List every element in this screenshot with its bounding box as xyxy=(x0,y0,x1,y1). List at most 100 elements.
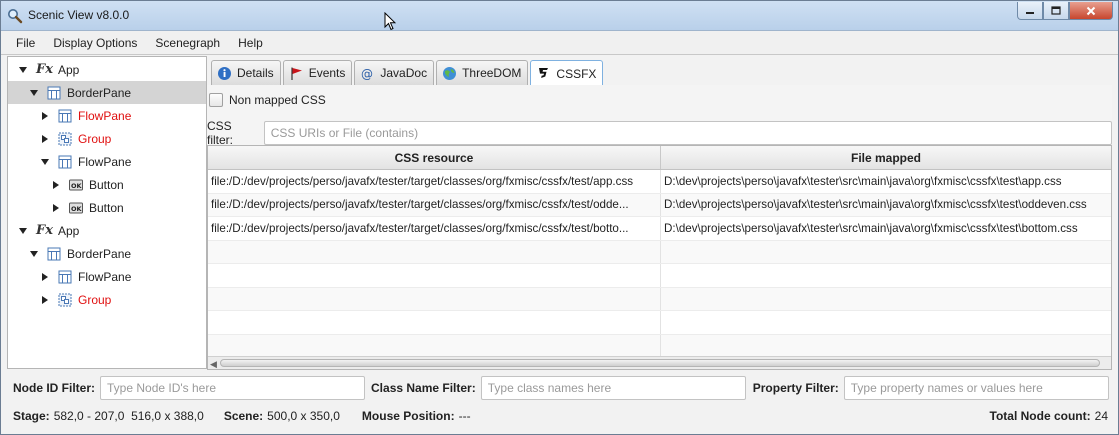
class-name-filter-input[interactable] xyxy=(480,375,746,400)
tree-node-label: Group xyxy=(78,292,112,307)
flag-icon xyxy=(291,67,302,80)
table-row[interactable] xyxy=(208,287,1111,311)
mouse-position-value: --- xyxy=(458,409,471,423)
at-icon: @ xyxy=(361,67,373,81)
node-id-filter-input[interactable] xyxy=(100,375,366,400)
tab-threedom[interactable]: ThreeDOM xyxy=(436,60,529,85)
maximize-button[interactable] xyxy=(1043,2,1069,20)
non-mapped-css-label: Non mapped CSS xyxy=(229,93,326,107)
tab-javadoc[interactable]: @ JavaDoc xyxy=(354,60,435,85)
css3-icon xyxy=(539,68,549,78)
tree-node-label: BorderPane xyxy=(67,246,132,261)
stage-label: Stage: xyxy=(13,409,50,423)
file-mapped-cell xyxy=(661,335,1111,358)
pane-node-icon xyxy=(58,270,72,284)
svg-text:@: @ xyxy=(361,67,373,81)
table-row[interactable]: file:/D:/dev/projects/perso/javafx/teste… xyxy=(208,170,1111,194)
tree-node-label: App xyxy=(57,62,80,77)
pane-node-icon xyxy=(47,86,61,100)
expanded-arrow-icon[interactable] xyxy=(29,249,39,259)
javafx-app-icon: Fx xyxy=(36,223,53,238)
non-mapped-css-checkbox[interactable] xyxy=(209,93,223,107)
menu-scenegraph[interactable]: Scenegraph xyxy=(146,36,229,50)
collapsed-arrow-icon[interactable] xyxy=(40,111,50,121)
close-icon xyxy=(1086,6,1096,15)
table-body: file:/D:/dev/projects/perso/javafx/teste… xyxy=(208,170,1111,358)
expanded-arrow-icon[interactable] xyxy=(40,157,50,167)
property-filter-input[interactable] xyxy=(843,375,1109,400)
collapsed-arrow-icon[interactable] xyxy=(40,295,50,305)
tree-node-app[interactable]: Fx App xyxy=(8,58,206,81)
filter-bar: Node ID Filter: Class Name Filter: Prope… xyxy=(1,373,1118,402)
tree-node-borderpane[interactable]: BorderPane xyxy=(8,81,206,104)
tree-node-label: FlowPane xyxy=(78,108,132,123)
tree-node-app[interactable]: Fx App xyxy=(8,219,206,242)
tree-node-flowpane[interactable]: FlowPane xyxy=(8,265,206,288)
file-mapped-cell: D:\dev\projects\perso\javafx\tester\src\… xyxy=(664,198,1087,212)
pane-node-icon xyxy=(58,109,72,123)
total-node-count-value: 24 xyxy=(1094,409,1108,423)
minimize-button[interactable] xyxy=(1017,2,1043,20)
table-row[interactable] xyxy=(208,240,1111,264)
expanded-arrow-icon[interactable] xyxy=(18,65,28,75)
button-node-icon: OK xyxy=(69,201,83,215)
css-filter-row: CSS filter: xyxy=(207,119,1112,147)
title-bar[interactable]: Scenic View v8.0.0 xyxy=(1,1,1118,31)
css-resource-cell: file:/D:/dev/projects/perso/javafx/teste… xyxy=(208,193,661,216)
status-bar: Stage: 582,0 - 207,0 516,0 x 388,0 Scene… xyxy=(1,405,1118,427)
minimize-icon xyxy=(1026,11,1034,14)
tab-label: Events xyxy=(308,66,346,80)
non-mapped-css-option[interactable]: Non mapped CSS xyxy=(209,93,326,107)
menu-help[interactable]: Help xyxy=(229,36,272,50)
property-filter-label: Property Filter: xyxy=(752,380,839,395)
column-header-file-mapped[interactable]: File mapped xyxy=(661,146,1111,169)
tab-label: ThreeDOM xyxy=(462,66,522,80)
tree-node-label: BorderPane xyxy=(67,85,132,100)
collapsed-arrow-icon[interactable] xyxy=(51,203,61,213)
tree-node-flowpane[interactable]: FlowPane xyxy=(8,104,206,127)
css-resource-cell: file:/D:/dev/projects/perso/javafx/teste… xyxy=(208,217,661,240)
table-row[interactable] xyxy=(208,264,1111,288)
horizontal-scrollbar[interactable]: ◀ xyxy=(208,356,1111,369)
scenegraph-tree[interactable]: Fx App BorderPane FlowPane Group FlowPane OK Bu… xyxy=(7,56,207,369)
scrollbar-thumb[interactable] xyxy=(220,359,1100,367)
collapsed-arrow-icon[interactable] xyxy=(51,180,61,190)
collapsed-arrow-icon[interactable] xyxy=(40,272,50,282)
globe-icon xyxy=(443,66,457,80)
table-row[interactable] xyxy=(208,311,1111,335)
magnifier-app-icon xyxy=(8,9,23,24)
table-row[interactable]: file:/D:/dev/projects/perso/javafx/teste… xyxy=(208,217,1111,241)
tree-node-group[interactable]: Group xyxy=(8,127,206,150)
tree-node-group[interactable]: Group xyxy=(8,288,206,311)
table-header: CSS resource File mapped xyxy=(208,146,1111,170)
pane-node-icon xyxy=(47,247,61,261)
expanded-arrow-icon[interactable] xyxy=(29,88,39,98)
tree-node-flowpane[interactable]: FlowPane xyxy=(8,150,206,173)
column-header-css-resource[interactable]: CSS resource xyxy=(208,146,661,169)
group-node-icon xyxy=(58,132,72,146)
close-button[interactable] xyxy=(1069,2,1113,20)
css-filter-input[interactable] xyxy=(263,121,1112,145)
javafx-app-icon: Fx xyxy=(36,62,53,77)
svg-text:OK: OK xyxy=(71,182,83,190)
tab-cssfx[interactable]: CSSFX xyxy=(530,60,604,86)
tree-node-button[interactable]: OK Button xyxy=(8,173,206,196)
css-resource-cell xyxy=(208,334,661,357)
tab-label: JavaDoc xyxy=(380,66,428,80)
collapsed-arrow-icon[interactable] xyxy=(40,134,50,144)
tab-events[interactable]: Events xyxy=(282,60,353,85)
table-row[interactable]: file:/D:/dev/projects/perso/javafx/teste… xyxy=(208,193,1111,217)
scene-value: 500,0 x 350,0 xyxy=(267,409,340,423)
tree-node-label: App xyxy=(57,223,80,238)
tree-node-label: FlowPane xyxy=(78,269,132,284)
table-row[interactable] xyxy=(208,334,1111,358)
window-title: Scenic View v8.0.0 xyxy=(28,8,130,22)
file-mapped-cell xyxy=(661,264,1111,287)
scroll-left-icon[interactable]: ◀ xyxy=(210,359,217,370)
tree-node-borderpane[interactable]: BorderPane xyxy=(8,242,206,265)
expanded-arrow-icon[interactable] xyxy=(18,226,28,236)
tree-node-button[interactable]: OK Button xyxy=(8,196,206,219)
tab-details[interactable]: Details xyxy=(211,60,281,85)
menu-file[interactable]: File xyxy=(7,36,44,50)
menu-display-options[interactable]: Display Options xyxy=(44,36,146,50)
